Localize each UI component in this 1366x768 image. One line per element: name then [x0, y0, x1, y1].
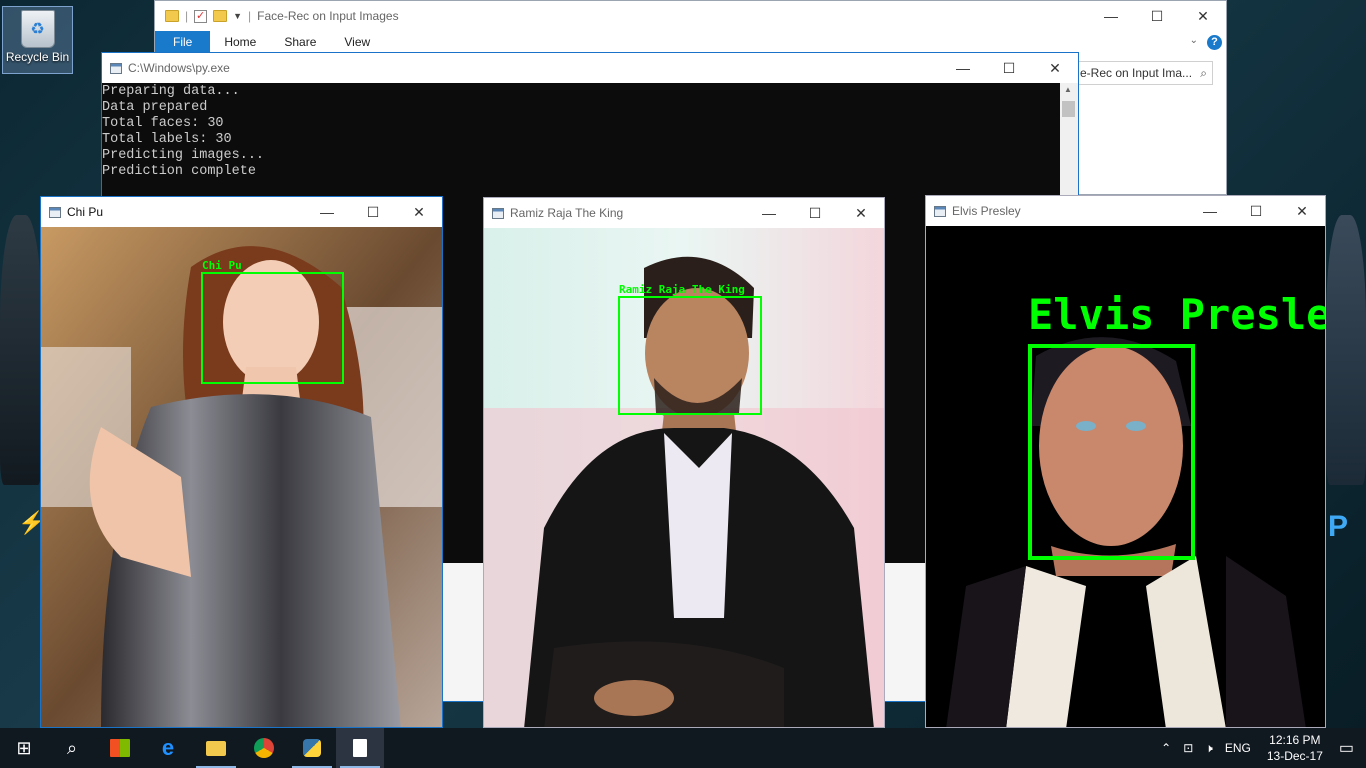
close-button[interactable]: ✕ — [838, 198, 884, 228]
clock-time: 12:16 PM — [1269, 733, 1321, 747]
console-line: Prediction complete — [102, 164, 256, 179]
maximize-button[interactable]: ☐ — [1134, 1, 1180, 31]
minimize-button[interactable]: — — [746, 198, 792, 228]
wallpaper-logo-right: P — [1328, 510, 1349, 543]
scroll-thumb[interactable] — [1062, 101, 1075, 117]
document-icon[interactable] — [336, 728, 384, 768]
scroll-up-icon[interactable]: ▲ — [1064, 85, 1072, 94]
python-icon[interactable] — [288, 728, 336, 768]
properties-icon[interactable]: ✓ — [194, 9, 208, 23]
store-icon[interactable] — [96, 728, 144, 768]
face-detection-box — [201, 272, 344, 384]
document-glyph — [353, 739, 367, 757]
image-window-elvis-presley[interactable]: Elvis Presley — ☐ ✕ Elvis Presley — [925, 195, 1326, 728]
expand-ribbon-icon[interactable]: ⌄ — [1190, 35, 1198, 46]
tab-share[interactable]: Share — [270, 31, 330, 53]
console-title: C:\Windows\py.exe — [128, 61, 230, 75]
image-app-icon — [934, 205, 946, 217]
console-line: Total labels: 30 — [102, 132, 232, 147]
console-app-icon — [110, 62, 122, 74]
help-icon[interactable]: ? — [1207, 35, 1222, 50]
photo-elvis-presley: Elvis Presley — [926, 226, 1325, 727]
minimize-button[interactable]: — — [940, 53, 986, 83]
search-icon: ⌕ — [1200, 66, 1207, 80]
wallpaper-figure-left — [0, 215, 42, 485]
minimize-button[interactable]: — — [1187, 196, 1233, 226]
customize-chevron-icon[interactable]: ▼ — [233, 11, 242, 21]
photo-chi-pu: Chi Pu — [41, 227, 442, 727]
close-button[interactable]: ✕ — [396, 197, 442, 227]
maximize-button[interactable]: ☐ — [350, 197, 396, 227]
quick-access-toolbar: | ✓ ▼ | Face-Rec on Input Images — [155, 1, 1226, 31]
face-label: Ramiz Raja The King — [619, 283, 745, 296]
folder-glyph — [206, 740, 226, 756]
clock-date: 13-Dec-17 — [1266, 749, 1323, 763]
python-glyph — [303, 739, 321, 757]
recycle-bin-icon — [20, 10, 55, 48]
face-label: Elvis Presley — [1028, 290, 1325, 339]
console-line: Data prepared — [102, 100, 208, 115]
network-icon[interactable]: ⊡ — [1183, 741, 1193, 755]
new-folder-icon[interactable] — [213, 10, 228, 22]
minimize-button[interactable]: — — [304, 197, 350, 227]
close-button[interactable]: ✕ — [1032, 53, 1078, 83]
maximize-button[interactable]: ☐ — [986, 53, 1032, 83]
chrome-icon[interactable] — [240, 728, 288, 768]
recycle-bin-label: Recycle Bin — [5, 50, 70, 64]
console-line: Total faces: 30 — [102, 116, 224, 131]
recycle-bin[interactable]: Recycle Bin — [2, 6, 73, 74]
search-icon[interactable]: ⌕ — [48, 728, 96, 768]
face-detection-box — [1028, 344, 1195, 560]
close-button[interactable]: ✕ — [1180, 1, 1226, 31]
face-label: Chi Pu — [202, 259, 242, 272]
maximize-button[interactable]: ☐ — [1233, 196, 1279, 226]
wallpaper-figure-right — [1326, 215, 1366, 485]
image-window-chi-pu[interactable]: Chi Pu — ☐ ✕ Chi Pu — [40, 196, 443, 728]
show-hidden-icons-chevron-icon[interactable]: ⌃ — [1161, 741, 1171, 755]
tab-file[interactable]: File — [155, 31, 211, 53]
image-window-ramiz-raja[interactable]: Ramiz Raja The King — ☐ ✕ Ramiz Raja The… — [483, 197, 885, 728]
face-detection-box — [618, 296, 762, 415]
image-window-titlebar: Chi Pu — ☐ ✕ — [41, 197, 442, 227]
windows-start-icon[interactable]: ⊞ — [0, 728, 48, 768]
explorer-title: Face-Rec on Input Images — [257, 9, 399, 23]
minimize-button[interactable]: — — [1088, 1, 1134, 31]
chrome-glyph — [254, 738, 274, 758]
photo-ramiz-raja: Ramiz Raja The King — [484, 228, 884, 727]
file-explorer-icon[interactable] — [192, 728, 240, 768]
image-window-titlebar: Elvis Presley — ☐ ✕ — [926, 196, 1325, 226]
store-glyph — [110, 739, 130, 757]
image-app-icon — [49, 206, 61, 218]
ribbon-tabs: File Home Share View — [155, 31, 1226, 53]
tab-view[interactable]: View — [330, 31, 384, 53]
console-line: Predicting images... — [102, 148, 265, 163]
search-box[interactable]: e-Rec on Input Ima... ⌕ — [1073, 61, 1213, 85]
console-line: Preparing data... — [102, 84, 240, 99]
maximize-button[interactable]: ☐ — [792, 198, 838, 228]
system-tray: ⌃ ⊡ 🕨 ENG 12:16 PM 13-Dec-17 ▭ — [1155, 728, 1366, 768]
image-window-title: Elvis Presley — [952, 204, 1021, 218]
image-window-title: Ramiz Raja The King — [510, 206, 624, 220]
language-indicator[interactable]: ENG — [1225, 741, 1251, 755]
console-titlebar: C:\Windows\py.exe — ☐ ✕ — [102, 53, 1078, 83]
image-app-icon — [492, 207, 504, 219]
volume-muted-icon[interactable]: 🕨 — [1205, 741, 1213, 756]
clock[interactable]: 12:16 PM 13-Dec-17 — [1267, 732, 1323, 764]
image-window-titlebar: Ramiz Raja The King — ☐ ✕ — [484, 198, 884, 228]
image-window-title: Chi Pu — [67, 205, 104, 219]
action-center-icon[interactable]: ▭ — [1339, 738, 1354, 758]
folder-icon — [165, 10, 179, 22]
search-box-text: e-Rec on Input Ima... — [1080, 66, 1193, 80]
edge-icon[interactable]: e — [144, 728, 192, 768]
taskbar: ⊞ ⌕ e ⌃ ⊡ 🕨 ENG 12:16 PM 13-Dec-17 ▭ — [0, 728, 1366, 768]
close-button[interactable]: ✕ — [1279, 196, 1325, 226]
tab-home[interactable]: Home — [210, 31, 270, 53]
